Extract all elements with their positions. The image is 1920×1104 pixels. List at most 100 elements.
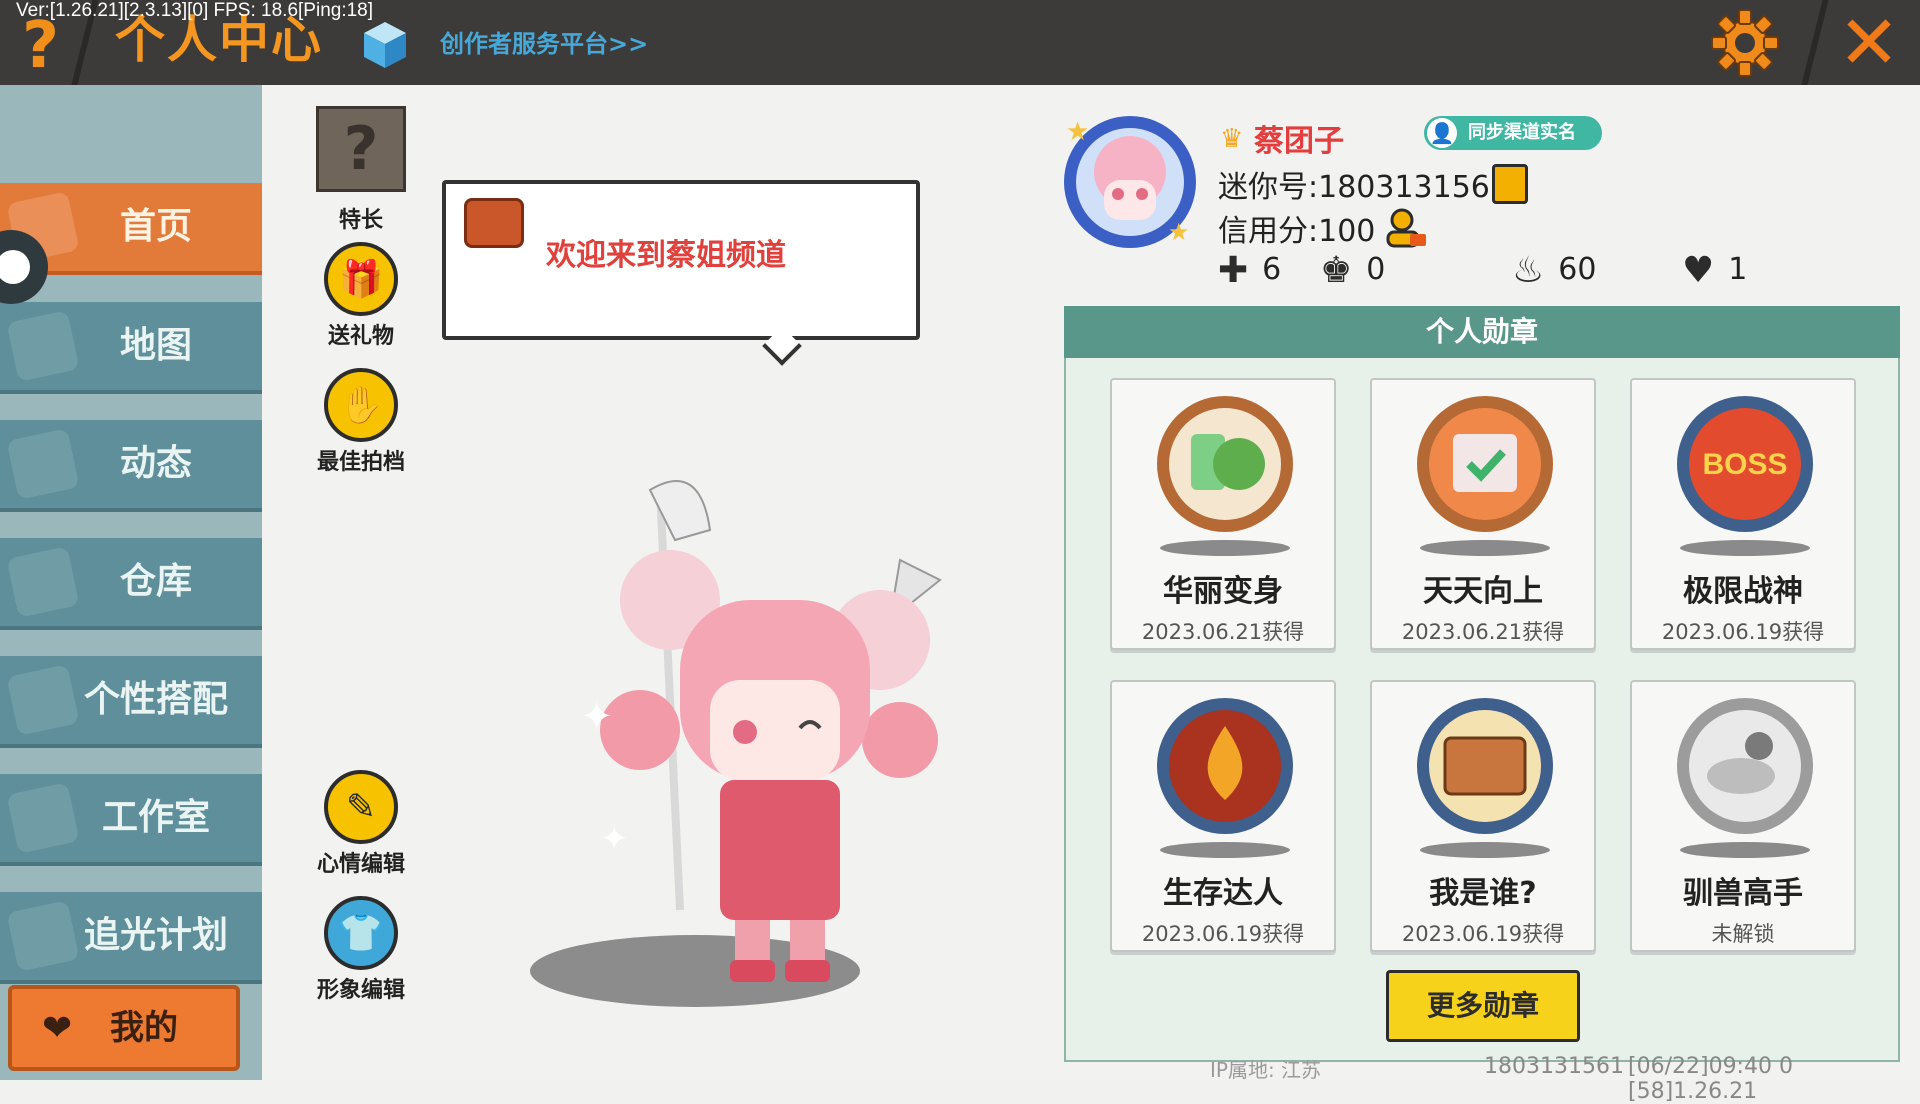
avatar-edit-label: 形象编辑 xyxy=(316,978,405,1003)
medal-shadow xyxy=(1420,842,1550,858)
stat-value: 0 xyxy=(1366,252,1386,287)
heart-icon: ♥ xyxy=(1682,250,1715,291)
handshake-icon: ✋ xyxy=(324,368,398,442)
medal-idcard-icon xyxy=(1417,698,1553,834)
divider xyxy=(1801,0,1829,85)
medal-shadow xyxy=(1160,540,1290,556)
medals-title: 个人勋章 xyxy=(1064,306,1900,358)
medal-date: 2023.06.21获得 xyxy=(1141,620,1305,644)
nav-item-label: 追光计划 xyxy=(83,915,228,956)
mood-edit-button[interactable]: ✎ 心情编辑 xyxy=(306,770,416,878)
talent-button[interactable]: 特长 xyxy=(306,200,416,234)
stat-value: 6 xyxy=(1262,252,1282,287)
nav-item-label: 个性搭配 xyxy=(83,679,228,720)
chest-icon xyxy=(464,198,524,248)
mine-label: 我的 xyxy=(110,1008,178,1048)
medal-date: 未解锁 xyxy=(1711,922,1775,946)
medal-card[interactable]: 生存达人 2023.06.19获得 xyxy=(1110,680,1336,952)
medal-tamer-icon xyxy=(1677,698,1813,834)
stat-value: 1 xyxy=(1728,252,1748,287)
person-icon: 👤 xyxy=(1427,118,1457,148)
avatar-edit-button[interactable]: 👕 形象编辑 xyxy=(306,896,416,1004)
cube-icon[interactable] xyxy=(362,20,408,70)
sync-realname-label: 同步渠道实名 xyxy=(1468,122,1576,143)
talent-icon[interactable]: ? xyxy=(316,106,406,192)
medal-name: 驯兽高手 xyxy=(1683,876,1803,911)
nickname: 蔡团子 xyxy=(1254,124,1344,159)
svg-text:★: ★ xyxy=(1066,117,1089,147)
svg-text:✦: ✦ xyxy=(600,819,629,859)
talent-label: 特长 xyxy=(338,208,383,233)
more-medals-button[interactable]: 更多勋章 xyxy=(1386,970,1580,1042)
medal-date: 2023.06.21获得 xyxy=(1401,620,1565,644)
medal-card[interactable]: 天天向上 2023.06.21获得 xyxy=(1370,378,1596,650)
footer-timestamp: [06/22]09:40 0 [58]1.26.21 xyxy=(1628,1054,1793,1104)
medal-shadow xyxy=(1680,540,1810,556)
nav-item-map[interactable]: 地图 xyxy=(0,302,262,394)
nav-item-studio[interactable]: 工作室 xyxy=(0,774,262,866)
gear-icon[interactable] xyxy=(1710,8,1780,78)
shirt-icon: 👕 xyxy=(324,896,398,970)
flame-icon: ♨ xyxy=(1512,250,1545,291)
medal-name: 极限战神 xyxy=(1683,574,1803,609)
stat-value: 60 xyxy=(1558,252,1597,287)
medal-shadow xyxy=(1680,842,1810,858)
stat-likes[interactable]: ♥ 1 xyxy=(1682,250,1747,291)
medal-card[interactable]: 华丽变身 2023.06.21获得 xyxy=(1110,378,1336,650)
nav-item-warehouse[interactable]: 仓库 xyxy=(0,538,262,630)
stat-fans[interactable]: ♚ 0 xyxy=(1320,250,1385,291)
mine-button[interactable]: ❤ 我的 xyxy=(8,985,240,1071)
nav-item-outfit[interactable]: 个性搭配 xyxy=(0,656,262,748)
nav-item-feed[interactable]: 动态 xyxy=(0,420,262,512)
medal-shadow xyxy=(1420,540,1550,556)
nav-item-lightchase[interactable]: 追光计划 xyxy=(0,892,262,984)
nav-item-label: 地图 xyxy=(119,325,192,366)
mini-id: 迷你号:1803131561 xyxy=(1218,170,1509,205)
plus-icon: ✚ xyxy=(1218,250,1249,291)
nav-item-label: 工作室 xyxy=(101,797,210,838)
close-icon[interactable]: ✕ xyxy=(1838,4,1900,82)
medal-date: 2023.06.19获得 xyxy=(1661,620,1825,644)
credit-score: 信用分:100 xyxy=(1218,214,1376,249)
medal-name: 天天向上 xyxy=(1423,574,1543,609)
edit-icon: ✎ xyxy=(324,770,398,844)
gift-label: 送礼物 xyxy=(327,324,394,349)
character-model[interactable]: ✦ ✦ xyxy=(560,470,980,1010)
avatar[interactable]: ★ ★ xyxy=(1056,110,1204,250)
speech-bubble[interactable]: 欢迎来到蔡姐频道 xyxy=(442,180,920,366)
copy-icon[interactable] xyxy=(1492,164,1528,204)
medal-card[interactable]: BOSS 极限战神 2023.06.19获得 xyxy=(1630,378,1856,650)
medal-name: 华丽变身 xyxy=(1163,574,1283,609)
mood-edit-label: 心情编辑 xyxy=(316,852,405,877)
svg-text:★: ★ xyxy=(1168,218,1190,246)
fans-icon: ♚ xyxy=(1320,250,1353,291)
medal-boss-label: BOSS xyxy=(1702,448,1787,481)
medal-date: 2023.06.19获得 xyxy=(1401,922,1565,946)
gift-button[interactable]: 🎁 送礼物 xyxy=(306,242,416,350)
gift-icon: 🎁 xyxy=(324,242,398,316)
credit-person-icon[interactable] xyxy=(1384,208,1428,250)
medal-transform-icon xyxy=(1157,396,1293,532)
bubble-message: 欢迎来到蔡姐频道 xyxy=(546,238,786,273)
medal-boss-icon: BOSS xyxy=(1677,396,1813,532)
creator-platform-link[interactable]: 创作者服务平台>> xyxy=(440,24,648,59)
nav-item-label: 仓库 xyxy=(119,561,192,602)
stat-heat[interactable]: ♨ 60 xyxy=(1512,250,1596,291)
nav-item-label: 动态 xyxy=(119,443,192,484)
medal-calendar-icon xyxy=(1417,396,1553,532)
version-text: Ver:[1.26.21][2.3.13][0] FPS: 18.6[Ping:… xyxy=(16,0,374,21)
ip-location: IP属地: 江苏 xyxy=(1210,1058,1322,1082)
best-partner-label: 最佳拍档 xyxy=(316,450,405,475)
svg-text:✦: ✦ xyxy=(580,694,614,740)
medal-shadow xyxy=(1160,842,1290,858)
crown-icon: ♛ xyxy=(1220,124,1244,154)
sync-realname-button[interactable]: 👤 同步渠道实名 xyxy=(1424,116,1602,150)
medal-name: 生存达人 xyxy=(1163,876,1283,911)
medal-name: 我是谁? xyxy=(1429,876,1537,911)
stat-plus[interactable]: ✚ 6 xyxy=(1218,250,1281,291)
footer-uid: 1803131561 xyxy=(1484,1054,1624,1079)
medal-card[interactable]: 我是谁? 2023.06.19获得 xyxy=(1370,680,1596,952)
medal-date: 2023.06.19获得 xyxy=(1141,922,1305,946)
medal-card[interactable]: 驯兽高手 未解锁 xyxy=(1630,680,1856,952)
best-partner-button[interactable]: ✋ 最佳拍档 xyxy=(306,368,416,476)
